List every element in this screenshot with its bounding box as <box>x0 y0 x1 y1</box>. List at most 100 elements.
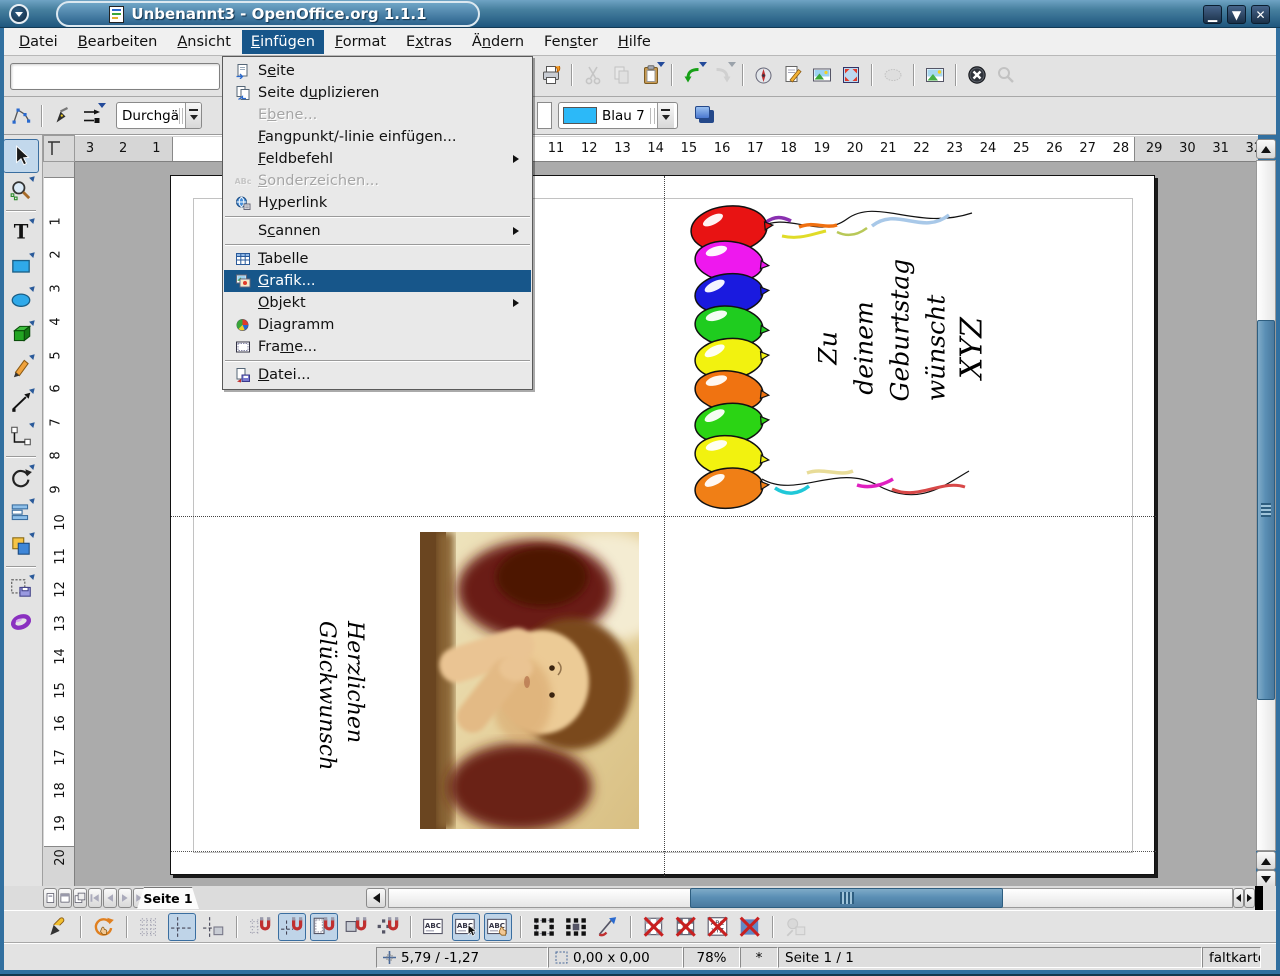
arrow-ends-icon[interactable] <box>79 102 106 130</box>
window-menu-button[interactable] <box>9 4 29 24</box>
insert-menu-item-objekt[interactable]: Objekt <box>224 292 531 314</box>
zoom-page-icon[interactable] <box>838 61 864 89</box>
insert-menu-item-tabelle[interactable]: Tabelle <box>224 248 531 270</box>
modify-with-attributes-icon[interactable] <box>594 913 622 941</box>
page-tab[interactable]: Seite 1 <box>137 887 199 909</box>
select-text-area-only-icon[interactable]: ABC <box>452 913 480 941</box>
balloon[interactable] <box>693 465 771 511</box>
insert-menu-item-hyperlink[interactable]: Hyperlink <box>224 192 531 214</box>
edit-points-icon[interactable] <box>8 102 34 130</box>
master-mode-button[interactable] <box>58 888 72 908</box>
tool-alignment-icon[interactable] <box>3 494 39 529</box>
scroll-up-button[interactable] <box>1256 139 1276 159</box>
minimize-button[interactable]: ▁ <box>1203 5 1222 24</box>
back-greeting-text[interactable]: Herzlichen Glückwunsch <box>312 621 369 770</box>
large-handles-icon[interactable] <box>562 913 590 941</box>
line-width-combo-partial[interactable] <box>537 102 552 129</box>
tool-rotate-icon[interactable] <box>3 460 39 495</box>
menu-format[interactable]: Format <box>326 30 395 54</box>
contour-mode-icon[interactable] <box>672 913 700 941</box>
insert-menu-item-feldbefehl[interactable]: Feldbefehl <box>224 148 531 170</box>
guides-to-front-icon[interactable] <box>200 913 228 941</box>
insert-menu-item-scannen[interactable]: Scannen <box>224 220 531 242</box>
insert-menu-item-fangpunkt-linie-einfuegen[interactable]: Fangpunkt/-linie einfügen... <box>224 126 531 148</box>
simple-handles-icon[interactable] <box>530 913 558 941</box>
scroll-right-button[interactable] <box>1244 888 1255 908</box>
tool-rectangle-icon[interactable] <box>3 248 39 283</box>
insert-menu-item-diagramm[interactable]: Diagramm <box>224 314 531 336</box>
slide-name-cell[interactable]: faltkarte <box>1202 947 1261 968</box>
shadow-button[interactable] <box>694 105 716 125</box>
layer-mode-button[interactable] <box>73 888 87 908</box>
snap-to-margins-icon[interactable] <box>310 913 338 941</box>
menu-hilfe[interactable]: Hilfe <box>609 30 660 54</box>
pen-line-icon[interactable] <box>50 102 76 130</box>
menu-bearbeiten[interactable]: Bearbeiten <box>69 30 167 54</box>
url-input[interactable] <box>10 63 220 90</box>
vertical-ruler[interactable]: 1 2 3 4 5 6 7 8 9 10 11 12 13 14 15 16 17 18 19 20 <box>43 162 75 886</box>
tool-insert-icon[interactable] <box>3 570 39 605</box>
fill-color-dropdown-button[interactable] <box>656 103 674 128</box>
scroll-left-button[interactable] <box>366 888 386 908</box>
tool-lines-arrows-icon[interactable] <box>3 384 39 419</box>
undo-icon[interactable] <box>680 61 707 89</box>
insert-menu-item-grafik[interactable]: Grafik... <box>224 270 531 292</box>
modified-flag-cell[interactable]: * <box>740 947 778 968</box>
quick-edit-icon[interactable]: ABC <box>420 913 448 941</box>
close-button[interactable]: ✕ <box>1251 5 1270 24</box>
menu-ansicht[interactable]: Ansicht <box>168 30 240 54</box>
gallery-icon[interactable] <box>809 61 835 89</box>
picture-placeholder-icon[interactable] <box>640 913 668 941</box>
navigator-icon[interactable] <box>751 61 777 89</box>
line-style-combo[interactable]: Durchgä <box>116 102 202 129</box>
menu-extras[interactable]: Extras <box>397 30 461 54</box>
menu-fenster[interactable]: Fenster <box>535 30 607 54</box>
insert-menu-item-frame[interactable]: Frame... <box>224 336 531 358</box>
zoom-level-cell[interactable]: 78% <box>683 947 740 968</box>
tool-connector-icon[interactable] <box>3 418 39 453</box>
tool-arrange-icon[interactable] <box>3 528 39 563</box>
tool-3d-objects-icon[interactable] <box>3 316 39 351</box>
scroll-up-button-2[interactable] <box>1256 851 1276 870</box>
tool-zoom-icon[interactable] <box>3 172 39 207</box>
page-number-cell[interactable]: Seite 1 / 1 <box>778 947 1202 968</box>
cursor-position-cell[interactable]: 5,79 / -1,27 <box>376 947 548 968</box>
tool-curve-icon[interactable] <box>3 350 39 385</box>
insert-menu-item-datei[interactable]: Datei... <box>224 364 531 386</box>
object-size-cell[interactable]: 0,00 x 0,00 <box>548 947 683 968</box>
horizontal-scrollbar-thumb[interactable] <box>690 888 1003 908</box>
line-style-dropdown-button[interactable] <box>185 103 201 128</box>
ruler-corner[interactable] <box>43 135 75 162</box>
tool-ellipse-icon[interactable] <box>3 282 39 317</box>
tool-select-icon[interactable] <box>3 139 39 173</box>
snap-to-object-points-icon[interactable] <box>374 913 402 941</box>
page-mode-button[interactable] <box>43 888 57 908</box>
imagemap-icon[interactable] <box>922 61 948 89</box>
angel-image[interactable] <box>420 532 639 829</box>
snap-to-grid-icon[interactable] <box>246 913 274 941</box>
show-guides-icon[interactable] <box>168 913 196 941</box>
print-file-directly-icon[interactable] <box>538 61 564 89</box>
tool-effects-icon[interactable] <box>3 605 39 639</box>
previous-page-button[interactable] <box>103 888 117 908</box>
line-contour-icon[interactable] <box>736 913 764 941</box>
edit-mode-icon[interactable] <box>44 913 72 941</box>
text-placeholder-icon[interactable]: ABC XYZ <box>704 913 732 941</box>
next-page-button[interactable] <box>118 888 132 908</box>
vertical-scrollbar-thumb[interactable] <box>1257 320 1275 700</box>
fill-color-combo[interactable]: Blau 7 <box>558 102 678 129</box>
scroll-left-button-2[interactable] <box>1233 888 1244 908</box>
menu-datei[interactable]: Datei <box>10 30 67 54</box>
menu-aendern[interactable]: Ändern <box>463 30 533 54</box>
front-greeting-text[interactable]: Zu deinem Geburtstag wünscht XYZ <box>808 259 994 402</box>
tool-text-icon[interactable]: T <box>3 214 39 249</box>
edit-file-icon[interactable] <box>780 61 806 89</box>
maximize-button[interactable]: ▼ <box>1227 5 1246 24</box>
snap-to-object-border-icon[interactable] <box>342 913 370 941</box>
double-click-to-edit-text-icon[interactable]: ABC <box>484 913 512 941</box>
menu-einfuegen[interactable]: Einfügen <box>241 29 324 54</box>
paste-icon[interactable] <box>638 61 665 89</box>
rotation-mode-icon[interactable] <box>90 913 118 941</box>
insert-menu-item-seite-duplizieren[interactable]: Seite duplizieren <box>224 82 531 104</box>
first-page-button[interactable] <box>88 888 102 908</box>
